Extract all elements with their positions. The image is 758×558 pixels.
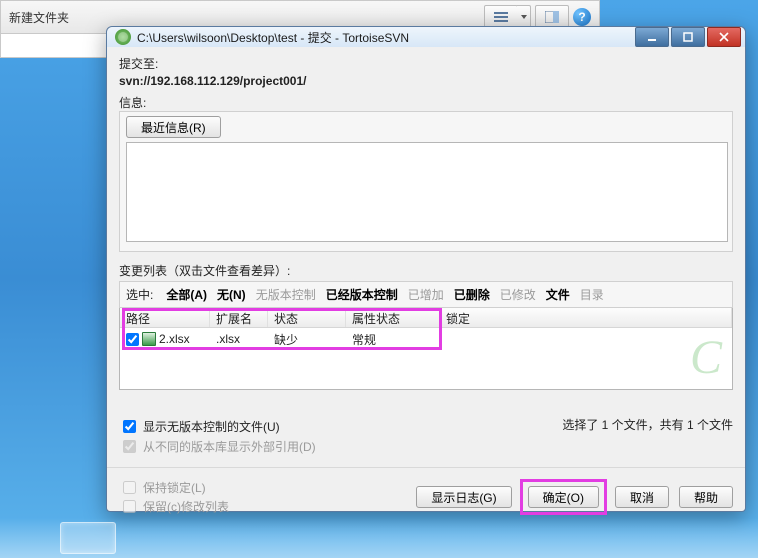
show-unversioned-label: 显示无版本控制的文件(U) (143, 418, 280, 435)
recent-messages-button[interactable]: 最近信息(R) (126, 116, 221, 138)
filter-all[interactable]: 全部(A) (166, 286, 207, 303)
filter-files[interactable]: 文件 (546, 286, 570, 303)
keep-locks-checkbox: 保持锁定(L) (119, 478, 416, 497)
titlebar[interactable]: C:\Users\wilsoon\Desktop\test - 提交 - Tor… (107, 27, 745, 47)
window-title: C:\Users\wilsoon\Desktop\test - 提交 - Tor… (137, 29, 409, 46)
help-button[interactable]: 帮助 (679, 486, 733, 508)
file-list[interactable]: 路径 扩展名 状态 属性状态 锁定 2.xlsx .xlsx 缺少 常规 C (119, 308, 733, 390)
col-prop[interactable]: 属性状态 (346, 308, 440, 327)
taskbar (0, 518, 758, 558)
row-filename: 2.xlsx (159, 332, 190, 346)
selection-status: 选择了 1 个文件，共有 1 个文件 (562, 416, 733, 433)
show-externals-label: 从不同的版本库显示外部引用(D) (143, 438, 316, 455)
ok-button[interactable]: 确定(O) (528, 486, 599, 508)
minimize-button[interactable] (635, 27, 669, 47)
keep-changelist-input (123, 500, 136, 513)
filter-none[interactable]: 无(N) (217, 286, 246, 303)
row-ext: .xlsx (210, 332, 268, 346)
show-unversioned-checkbox[interactable]: 显示无版本控制的文件(U) (119, 417, 562, 436)
row-checkbox[interactable] (126, 333, 139, 346)
filter-selected-label: 选中: (126, 286, 153, 303)
tortoisesvn-icon (115, 29, 131, 45)
keep-changelist-checkbox: 保留(c)修改列表 (119, 497, 416, 516)
show-externals-checkbox: 从不同的版本库显示外部引用(D) (119, 437, 562, 456)
col-status[interactable]: 状态 (268, 308, 346, 327)
commit-message-input[interactable] (126, 142, 728, 242)
row-prop: 常规 (346, 331, 440, 348)
keep-changelist-label: 保留(c)修改列表 (143, 498, 229, 515)
keep-locks-label: 保持锁定(L) (143, 479, 206, 496)
changes-header: 变更列表（双击文件查看差异）: (119, 262, 733, 279)
filter-added: 已增加 (408, 286, 444, 303)
commit-url: svn://192.168.112.129/project001/ (119, 74, 733, 88)
filter-unversioned: 无版本控制 (256, 286, 316, 303)
message-label: 信息: (119, 94, 733, 111)
maximize-button[interactable] (671, 27, 705, 47)
filter-versioned[interactable]: 已经版本控制 (326, 286, 398, 303)
close-button[interactable] (707, 27, 741, 47)
col-path[interactable]: 路径 (120, 308, 210, 327)
show-log-button[interactable]: 显示日志(G) (416, 486, 511, 508)
show-externals-input (123, 440, 136, 453)
taskbar-item[interactable] (60, 522, 116, 554)
filter-bar: 选中: 全部(A) 无(N) 无版本控制 已经版本控制 已增加 已删除 已修改 … (119, 281, 733, 308)
keep-locks-input (123, 481, 136, 494)
xlsx-icon (142, 332, 156, 346)
col-lock[interactable]: 锁定 (440, 308, 732, 327)
file-list-header[interactable]: 路径 扩展名 状态 属性状态 锁定 (120, 308, 732, 328)
col-ext[interactable]: 扩展名 (210, 308, 268, 327)
help-icon[interactable]: ? (573, 8, 591, 26)
annotation-ok-highlight: 确定(O) (520, 479, 607, 515)
filter-dirs: 目录 (580, 286, 604, 303)
commit-dialog: C:\Users\wilsoon\Desktop\test - 提交 - Tor… (106, 26, 746, 512)
filter-deleted[interactable]: 已删除 (454, 286, 490, 303)
commit-to-label: 提交至: (119, 55, 733, 72)
cancel-button[interactable]: 取消 (615, 486, 669, 508)
table-row[interactable]: 2.xlsx .xlsx 缺少 常规 (120, 328, 732, 350)
row-status: 缺少 (268, 331, 346, 348)
new-folder-button[interactable]: 新建文件夹 (9, 9, 69, 26)
filter-modified: 已修改 (500, 286, 536, 303)
show-unversioned-input[interactable] (123, 420, 136, 433)
